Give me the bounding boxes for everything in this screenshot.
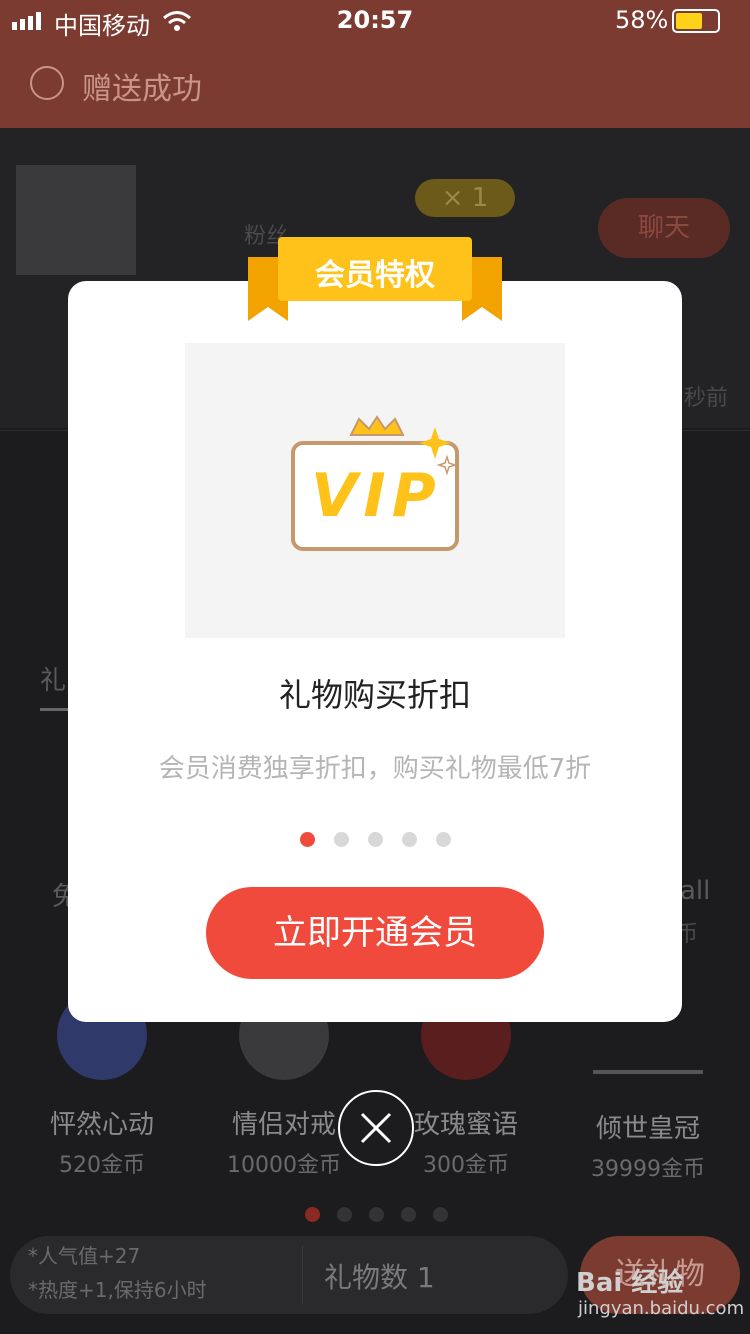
bonus-note: *人气值+27 <box>28 1244 141 1268</box>
vip-banner-label: 会员特权 <box>315 258 435 293</box>
close-button[interactable] <box>338 1090 414 1166</box>
pager-dot[interactable] <box>334 832 349 847</box>
gift-multiplier: × 1 <box>415 179 515 217</box>
check-circle-icon <box>30 66 64 100</box>
gift-price: 520金币 <box>59 1153 145 1178</box>
gift-bottom-bar: *人气值+27 *热度+1,保持6小时 礼物数 1 <box>10 1236 568 1314</box>
gift-price: 39999金币 <box>591 1157 705 1182</box>
time-ago: 秒前 <box>684 386 729 411</box>
gift-name: 倾世皇冠 <box>595 1114 700 1144</box>
gift-name: 怦然心动 <box>49 1110 154 1140</box>
feature-image: VIP <box>185 343 565 638</box>
close-icon <box>360 1112 392 1144</box>
chat-button[interactable]: 聊天 <box>598 198 730 258</box>
pager-dot-active[interactable] <box>300 832 315 847</box>
tab-gift[interactable]: 礼 <box>40 660 66 697</box>
bonus-note: *热度+1,保持6小时 <box>28 1278 207 1302</box>
watermark-url: jingyan.baidu.com <box>578 1298 745 1319</box>
gift-count-selector[interactable]: 礼物数 1 <box>324 1256 435 1296</box>
gift-pager <box>305 1207 455 1222</box>
battery-icon <box>672 9 720 33</box>
toast-banner: 赠送成功 <box>0 40 750 128</box>
avatar <box>16 165 136 275</box>
gift-name: all <box>680 876 711 906</box>
battery-percent: 58% <box>615 6 669 34</box>
watermark: Bai 经验 <box>576 1268 684 1298</box>
toast-text: 赠送成功 <box>82 72 202 107</box>
pager-dot[interactable] <box>402 832 417 847</box>
modal-pager <box>300 832 460 848</box>
pager-dot[interactable] <box>436 832 451 847</box>
pager-dot[interactable] <box>368 832 383 847</box>
vip-logo-text: VIP <box>311 461 442 531</box>
modal-description: 会员消费独享折扣，购买礼物最低7折 <box>158 754 592 784</box>
status-bar: 中国移动 20:57 58% <box>0 0 750 40</box>
open-vip-button[interactable]: 立即开通会员 <box>206 887 544 979</box>
modal-title: 礼物购买折扣 <box>278 676 471 714</box>
tab-indicator <box>40 708 70 711</box>
